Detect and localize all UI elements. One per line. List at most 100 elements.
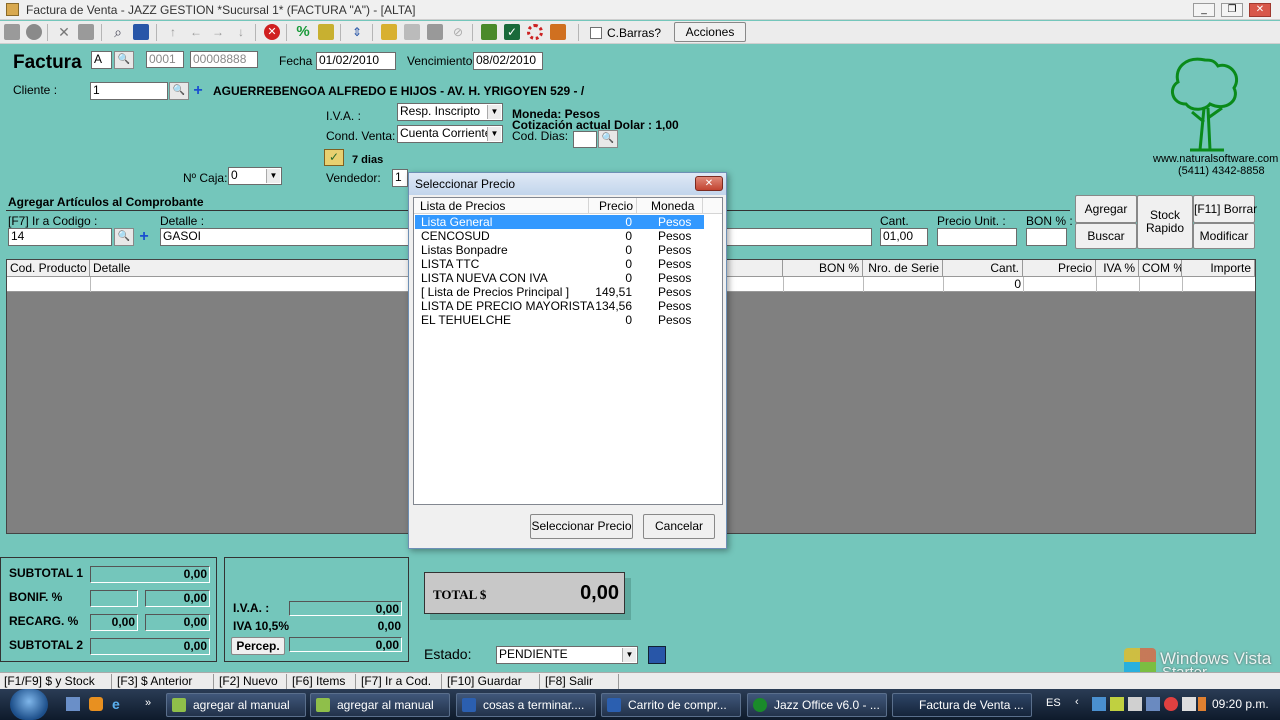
clock[interactable]: 09:20 p.m. [1212,697,1269,711]
arrow-down-icon[interactable]: ↓ [233,24,249,40]
percep-button[interactable]: Percep. [231,637,285,655]
book-icon[interactable] [481,24,497,40]
col-bon[interactable]: BON % [783,260,863,276]
cant-field[interactable]: 01,00 [880,228,928,246]
numero-field[interactable]: 00008888 [190,51,258,68]
copy-icon[interactable] [427,24,443,40]
task-agregar-manual-2[interactable]: agregar al manual [310,693,450,717]
tipo-lookup-icon[interactable]: 🔍 [114,51,134,69]
col-precio[interactable]: Precio [1023,260,1096,276]
price-list[interactable]: Lista de Precios Precio Moneda Lista Gen… [413,197,723,505]
cond-venta-select[interactable]: Cuenta Corriente ▼ [397,125,503,143]
col-importe[interactable]: Importe [1182,260,1255,276]
list-item[interactable]: Listas Bonpadre 0 Pesos [415,243,704,257]
tools-icon[interactable] [404,24,420,40]
agregar-button[interactable]: Agregar [1075,195,1137,223]
check-icon[interactable]: ✓ [504,24,520,40]
status-f3[interactable]: [F3] $ Anterior [113,674,214,689]
status-f8[interactable]: [F8] Salir [541,674,619,689]
minimize-button[interactable]: _ [1193,3,1215,17]
tipo-field[interactable]: A [91,51,112,69]
task-factura-venta[interactable]: Factura de Venta ... [892,693,1032,717]
status-f7[interactable]: [F7] Ir a Cod. [357,674,442,689]
search-icon[interactable]: ⌕ [110,24,126,40]
new-doc-icon[interactable] [4,24,20,40]
add-articulo-icon[interactable]: + [137,229,151,245]
fecha-field[interactable]: 01/02/2010 [316,52,396,70]
restore-button[interactable]: ❐ [1221,3,1243,17]
col-com[interactable]: COM % [1139,260,1182,276]
list-item[interactable]: CENCOSUD 0 Pesos [415,229,704,243]
col-iva[interactable]: IVA % [1096,260,1139,276]
arrow-up-icon[interactable]: ↑ [165,24,181,40]
cliente-lookup-icon[interactable]: 🔍 [169,82,189,100]
cod-dias-lookup-icon[interactable]: 🔍 [598,130,618,148]
tray-monitor-icon[interactable] [1146,697,1160,711]
shield-icon[interactable] [78,24,94,40]
tray-expand-icon[interactable]: ‹ [1075,696,1079,708]
start-button[interactable] [10,689,48,720]
calendar-check-icon[interactable]: ✓ [324,149,344,166]
list-item[interactable]: LISTA DE PRECIO MAYORISTA 134,56 Pesos [415,299,704,313]
lifebuoy-icon[interactable] [527,24,543,40]
discount-icon[interactable] [318,24,334,40]
volume-icon[interactable] [1182,697,1196,711]
estado-select[interactable]: PENDIENTE ▼ [496,646,638,664]
precio-unit-field[interactable] [937,228,1017,246]
cod-dias-field[interactable] [573,131,597,148]
language-indicator[interactable]: ES [1046,697,1061,709]
network-icon[interactable] [1092,697,1106,711]
task-agregar-manual-1[interactable]: agregar al manual [166,693,306,717]
stock-rapido-button[interactable]: Stock Rapido [1137,195,1193,249]
seleccionar-precio-button[interactable]: Seleccionar Precio [530,514,633,539]
list-item[interactable]: [ Lista de Precios Principal ] 149,51 Peso… [415,285,704,299]
task-jazz-office[interactable]: Jazz Office v6.0 - ... [747,693,887,717]
save-icon[interactable] [133,24,149,40]
tray-alert-icon[interactable] [1164,697,1178,711]
add-cliente-icon[interactable]: + [191,83,205,99]
taskbar-more-icon[interactable]: » [145,697,151,709]
task-carrito[interactable]: Carrito de compr... [601,693,741,717]
status-f1[interactable]: [F1/F9] $ y Stock [0,674,112,689]
col-precio-lista[interactable]: Precio [589,198,637,214]
tray-app-icon[interactable] [1110,697,1124,711]
hand-pay-icon[interactable] [381,24,397,40]
ie-icon[interactable]: e [112,697,126,711]
buscar-button[interactable]: Buscar [1075,223,1137,249]
cliente-field[interactable]: 1 [90,82,168,100]
acciones-button[interactable]: Acciones [674,22,746,42]
codigo-field[interactable]: 14 [8,228,112,246]
recarg-pct-field[interactable]: 0,00 [90,614,138,631]
list-item[interactable]: Lista General 0 Pesos [415,215,704,229]
cancel-icon[interactable]: ✕ [264,24,280,40]
list-item[interactable]: LISTA NUEVA CON IVA 0 Pesos [415,271,704,285]
status-f6[interactable]: [F6] Items [288,674,356,689]
media-player-icon[interactable] [89,697,103,711]
list-item[interactable]: LISTA TTC 0 Pesos [415,257,704,271]
col-moneda[interactable]: Moneda [637,198,703,214]
borrar-button[interactable]: [F11] Borrar [1193,195,1257,223]
dialog-close-icon[interactable]: ✕ [695,176,723,191]
arrow-left-icon[interactable]: ← [188,24,204,40]
close-button[interactable]: ✕ [1249,3,1271,17]
task-cosas-terminar[interactable]: cosas a terminar.... [456,693,596,717]
bon-field[interactable] [1026,228,1067,246]
export-icon[interactable] [550,24,566,40]
vencimiento-field[interactable]: 08/02/2010 [473,52,543,70]
col-lista[interactable]: Lista de Precios [414,198,589,214]
percent-icon[interactable]: % [295,24,311,40]
tray-document-icon[interactable] [1128,697,1142,711]
caja-select[interactable]: 0 ▼ [228,167,282,185]
tray-small-icon[interactable] [1198,697,1206,711]
col-cod-producto[interactable]: Cod. Producto [7,260,90,276]
list-item[interactable]: EL TEHUELCHE 0 Pesos [415,313,704,327]
sort-icon[interactable]: ⇕ [349,24,365,40]
vendedor-field[interactable]: 1 [392,169,408,187]
col-nro-serie[interactable]: Nro. de Serie [863,260,943,276]
delete-icon[interactable]: ✕ [56,24,72,40]
no-icon[interactable]: ⊘ [450,24,466,40]
punto-venta-field[interactable]: 0001 [146,51,184,68]
bonif-pct-field[interactable] [90,590,138,607]
modificar-button[interactable]: Modificar [1193,223,1255,249]
status-f10[interactable]: [F10] Guardar [443,674,540,689]
